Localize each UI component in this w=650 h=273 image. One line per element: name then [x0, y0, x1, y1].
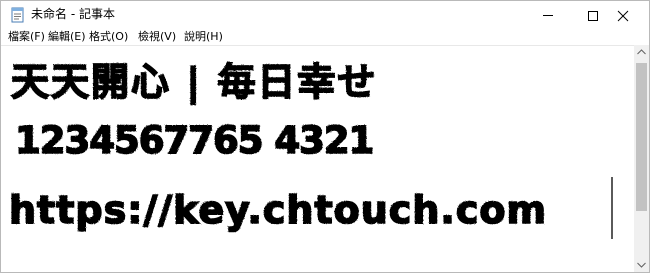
scroll-down-button[interactable] — [634, 258, 649, 272]
menu-help[interactable]: 說明(H) — [184, 29, 223, 45]
close-button[interactable] — [603, 1, 649, 29]
scroll-thumb[interactable] — [636, 63, 647, 211]
title-bar[interactable]: 未命名 - 記事本 — [1, 1, 649, 29]
scroll-up-arrow-icon — [637, 49, 646, 55]
maximize-icon — [588, 11, 598, 21]
notepad-icon — [10, 7, 26, 23]
menu-view[interactable]: 檢視(V) — [138, 29, 176, 45]
close-icon — [617, 10, 629, 22]
text-editor[interactable]: 天天開心 | 毎日幸せ 1234567765 4321 https://key.… — [1, 45, 634, 272]
editor-line-1: 天天開心 | 毎日幸せ — [11, 60, 377, 105]
menu-edit[interactable]: 編輯(E) — [48, 29, 86, 45]
vertical-scrollbar[interactable] — [634, 45, 649, 272]
editor-line-3: https://key.chtouch.com — [9, 188, 547, 232]
editor-text-canvas: 天天開心 | 毎日幸せ 1234567765 4321 https://key.… — [8, 59, 613, 239]
scroll-down-arrow-icon — [637, 262, 646, 268]
menu-bar: 檔案(F) 編輯(E) 格式(O) 檢視(V) 說明(H) — [1, 29, 649, 45]
notepad-window: 未命名 - 記事本 檔案(F) 編輯(E) 格式(O) 檢視(V) 說明(H) — [0, 0, 650, 273]
menu-format[interactable]: 格式(O) — [89, 29, 128, 45]
menu-file[interactable]: 檔案(F) — [8, 29, 45, 45]
minimize-button[interactable] — [528, 1, 574, 29]
editor-line-2: 1234567765 4321 — [15, 119, 373, 162]
scroll-up-button[interactable] — [634, 45, 649, 59]
minimize-icon — [543, 15, 553, 16]
window-title: 未命名 - 記事本 — [31, 7, 115, 21]
